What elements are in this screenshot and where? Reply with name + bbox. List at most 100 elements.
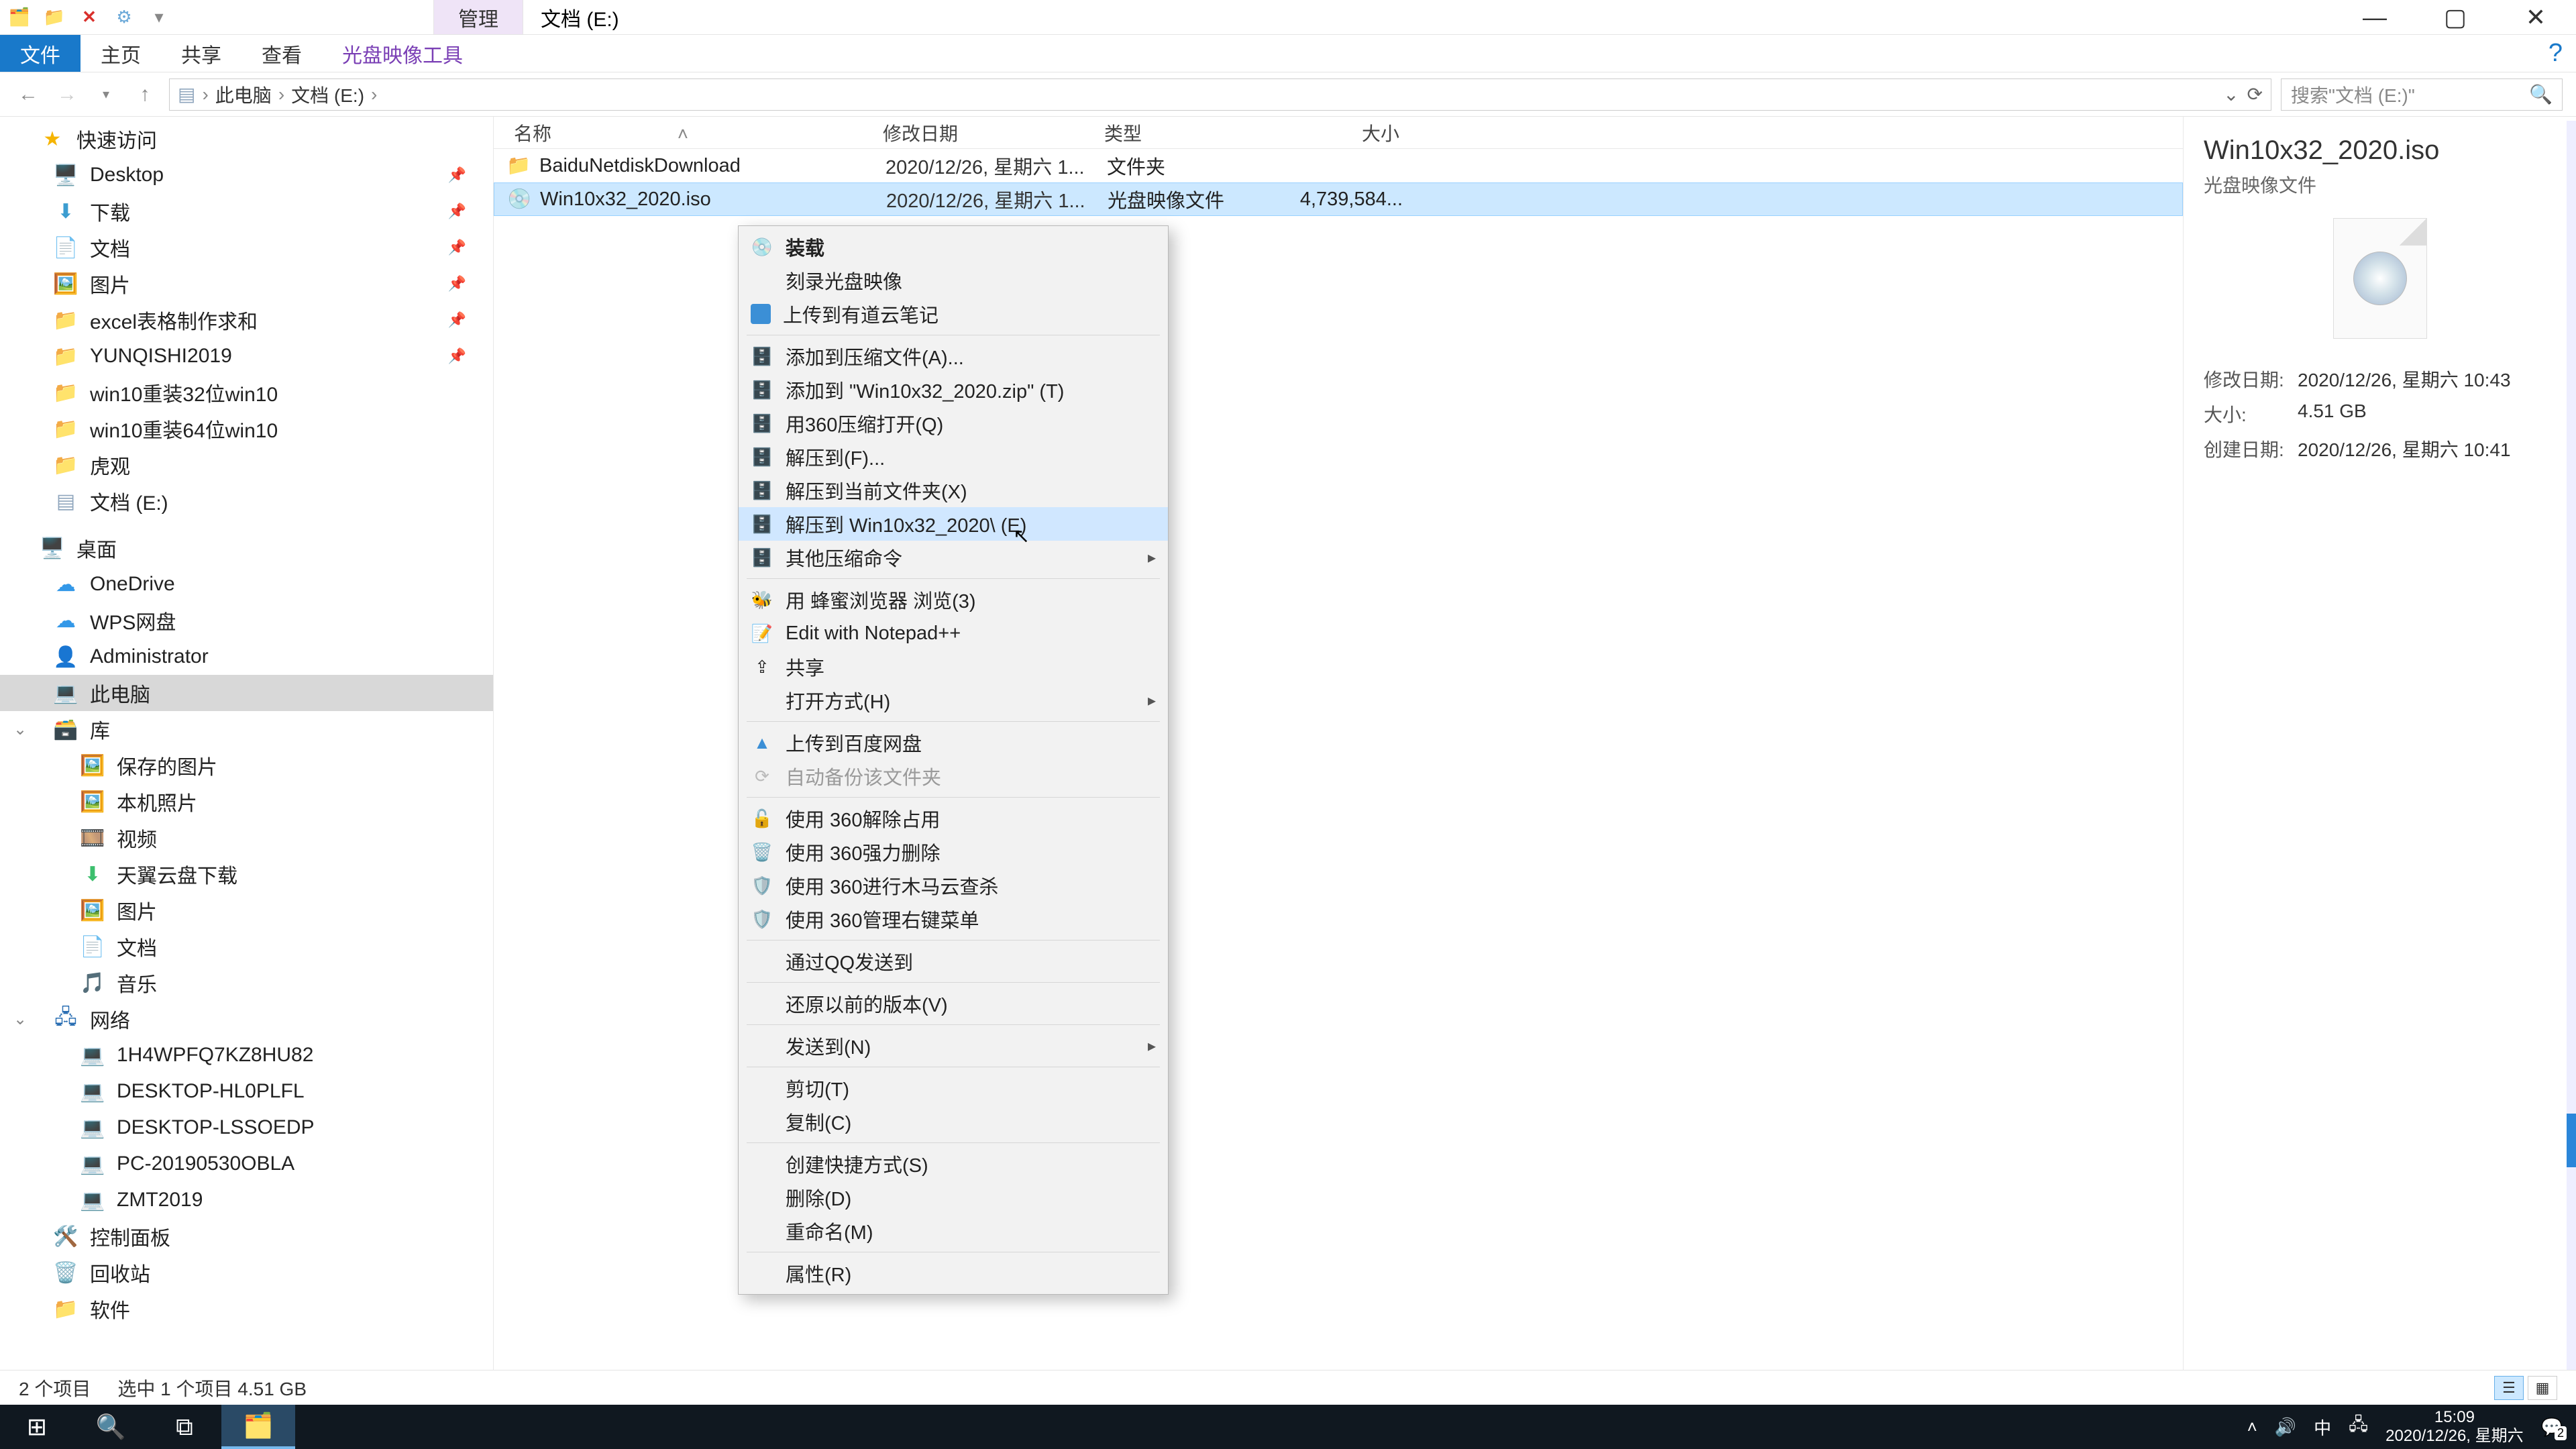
sidebar-software[interactable]: 📁软件 [0, 1291, 493, 1327]
sidebar-net-item[interactable]: 💻ZMT2019 [0, 1182, 493, 1218]
col-type[interactable]: 类型 [1104, 119, 1285, 146]
crumb-drive[interactable]: 文档 (E:) [291, 81, 364, 108]
ribbon-disc-tool[interactable]: 光盘映像工具 [322, 35, 483, 72]
col-size[interactable]: 大小 [1285, 119, 1419, 146]
address-dropdown-icon[interactable]: ⌄ [2223, 83, 2239, 105]
start-button[interactable]: ⊞ [0, 1405, 74, 1449]
sidebar-recycle[interactable]: 🗑️回收站 [0, 1254, 493, 1291]
ctx-360-forcedel[interactable]: 🗑️使用 360强力删除 [739, 835, 1168, 869]
view-details-button[interactable]: ☰ [2494, 1376, 2524, 1400]
sidebar-item[interactable]: ⬇下载📌 [0, 193, 493, 229]
address-bar[interactable]: ▤ › 此电脑 › 文档 (E:) › ⌄ ⟳ [169, 78, 2271, 111]
col-date[interactable]: 修改日期 [883, 119, 1104, 146]
ctx-other-zip[interactable]: 🗄️其他压缩命令▸ [739, 541, 1168, 574]
ctx-360-unlock[interactable]: 🔓使用 360解除占用 [739, 802, 1168, 835]
scroll-handle[interactable] [2567, 1114, 2576, 1167]
refresh-icon[interactable]: ⟳ [2247, 83, 2263, 105]
sidebar-ctrlpanel[interactable]: 🛠️控制面板 [0, 1218, 493, 1254]
sidebar-wps[interactable]: ☁WPS网盘 [0, 602, 493, 639]
ctx-add-zip[interactable]: 🗄️添加到 "Win10x32_2020.zip" (T) [739, 373, 1168, 407]
ctx-extract-here[interactable]: 🗄️解压到当前文件夹(X) [739, 474, 1168, 507]
sidebar-quick-access[interactable]: ★快速访问 [0, 121, 493, 157]
sidebar-lib-item[interactable]: 🖼️保存的图片 [0, 747, 493, 784]
ctx-mount[interactable]: 💿装载 [739, 230, 1168, 264]
ctx-cut[interactable]: 剪切(T) [739, 1071, 1168, 1105]
sidebar-net-item[interactable]: 💻1H4WPFQ7KZ8HU82 [0, 1037, 493, 1073]
title-tab-manage[interactable]: 管理 [433, 0, 523, 34]
ctx-qq-send[interactable]: 通过QQ发送到 [739, 945, 1168, 978]
ctx-open-360[interactable]: 🗄️用360压缩打开(Q) [739, 407, 1168, 440]
ctx-360-menu[interactable]: 🛡️使用 360管理右键菜单 [739, 902, 1168, 936]
tray-chevron-icon[interactable]: ˄ [2247, 1417, 2257, 1438]
ctx-sendto[interactable]: 发送到(N)▸ [739, 1029, 1168, 1063]
sidebar-item[interactable]: 📁虎观 [0, 447, 493, 483]
maximize-button[interactable]: ▢ [2415, 0, 2496, 35]
ctx-share[interactable]: ⇪共享 [739, 650, 1168, 684]
ctx-extract-f[interactable]: 🗄️解压到(F)... [739, 440, 1168, 474]
notification-icon[interactable]: 💬2 [2541, 1417, 2563, 1438]
sidebar-item[interactable]: 📁win10重装32位win10 [0, 374, 493, 411]
sidebar-item[interactable]: ▤文档 (E:) [0, 483, 493, 519]
ctx-notepadpp[interactable]: 📝Edit with Notepad++ [739, 616, 1168, 650]
collapse-icon[interactable]: ⌄ [13, 720, 27, 739]
ribbon-file[interactable]: 文件 [0, 35, 80, 72]
gear-icon[interactable]: ⚙ [111, 5, 137, 30]
search-box[interactable]: 搜索"文档 (E:)" 🔍 [2281, 78, 2563, 111]
clock[interactable]: 15:09 2020/12/26, 星期六 [2385, 1408, 2523, 1445]
sidebar-lib-item[interactable]: 🎵音乐 [0, 965, 493, 1001]
volume-icon[interactable]: 🔊 [2275, 1417, 2296, 1438]
ctx-upload-baidu[interactable]: ▲上传到百度网盘 [739, 726, 1168, 759]
ctx-burn[interactable]: 刻录光盘映像 [739, 264, 1168, 297]
ctx-rename[interactable]: 重命名(M) [739, 1214, 1168, 1248]
close-button[interactable]: ✕ [2496, 0, 2576, 35]
sidebar-net-item[interactable]: 💻DESKTOP-HL0PLFL [0, 1073, 493, 1110]
help-icon[interactable]: ? [2535, 35, 2576, 72]
sidebar-lib-item[interactable]: 🖼️本机照片 [0, 784, 493, 820]
search-button[interactable]: 🔍 [74, 1405, 148, 1449]
sidebar-network[interactable]: ⌄🖧网络 [0, 1001, 493, 1037]
sidebar-admin[interactable]: 👤Administrator [0, 639, 493, 675]
ctx-restore[interactable]: 还原以前的版本(V) [739, 987, 1168, 1020]
ribbon-home[interactable]: 主页 [80, 35, 161, 72]
minimize-button[interactable]: — [2334, 0, 2415, 35]
close-red-icon[interactable]: ✕ [76, 5, 102, 30]
taskview-button[interactable]: ⧉ [148, 1405, 221, 1449]
forward-button[interactable]: → [52, 80, 82, 109]
sidebar-onedrive[interactable]: ☁OneDrive [0, 566, 493, 602]
ctx-open-with[interactable]: 打开方式(H)▸ [739, 684, 1168, 717]
ctx-properties[interactable]: 属性(R) [739, 1256, 1168, 1290]
sidebar-lib-item[interactable]: 🎞️视频 [0, 820, 493, 856]
ribbon-view[interactable]: 查看 [241, 35, 322, 72]
ctx-add-archive[interactable]: 🗄️添加到压缩文件(A)... [739, 339, 1168, 373]
file-row-selected[interactable]: 💿 Win10x32_2020.iso 2020/12/26, 星期六 1...… [494, 182, 2183, 216]
sidebar-net-item[interactable]: 💻PC-20190530OBLA [0, 1146, 493, 1182]
sidebar-item[interactable]: 🖥️Desktop📌 [0, 157, 493, 193]
sidebar-item[interactable]: 📁excel表格制作求和📌 [0, 302, 493, 338]
col-name[interactable]: 名称 ˄ [494, 119, 883, 146]
view-icons-button[interactable]: ▦ [2528, 1376, 2557, 1400]
back-button[interactable]: ← [13, 80, 43, 109]
dropdown-icon[interactable]: ▾ [146, 5, 172, 30]
ribbon-share[interactable]: 共享 [161, 35, 241, 72]
ctx-shortcut[interactable]: 创建快捷方式(S) [739, 1147, 1168, 1181]
up-button[interactable]: ↑ [130, 80, 160, 109]
sidebar-item[interactable]: 📁YUNQISHI2019📌 [0, 338, 493, 374]
ctx-delete[interactable]: 删除(D) [739, 1181, 1168, 1214]
ctx-bee-browser[interactable]: 🐝用 蜂蜜浏览器 浏览(3) [739, 583, 1168, 616]
ctx-copy[interactable]: 复制(C) [739, 1105, 1168, 1138]
ctx-360-trojan[interactable]: 🛡️使用 360进行木马云查杀 [739, 869, 1168, 902]
sidebar-lib-item[interactable]: 🖼️图片 [0, 892, 493, 928]
sidebar-item[interactable]: 📁win10重装64位win10 [0, 411, 493, 447]
sidebar-lib-item[interactable]: 📄文档 [0, 928, 493, 965]
explorer-taskbar[interactable]: 🗂️ [221, 1405, 295, 1449]
sidebar-item[interactable]: 🖼️图片📌 [0, 266, 493, 302]
recent-dropdown[interactable]: ▾ [91, 80, 121, 109]
folder-icon[interactable]: 📁 [42, 5, 67, 30]
ctx-youdao[interactable]: 上传到有道云笔记 [739, 297, 1168, 331]
crumb-thispc[interactable]: 此电脑 [215, 81, 272, 108]
ime-indicator[interactable]: 中 [2314, 1415, 2331, 1440]
sidebar-desktop[interactable]: 🖥️桌面 [0, 530, 493, 566]
sidebar-thispc[interactable]: 💻此电脑 [0, 675, 493, 711]
file-row[interactable]: 📁 BaiduNetdiskDownload 2020/12/26, 星期六 1… [494, 149, 2183, 182]
sidebar-library[interactable]: ⌄🗃️库 [0, 711, 493, 747]
